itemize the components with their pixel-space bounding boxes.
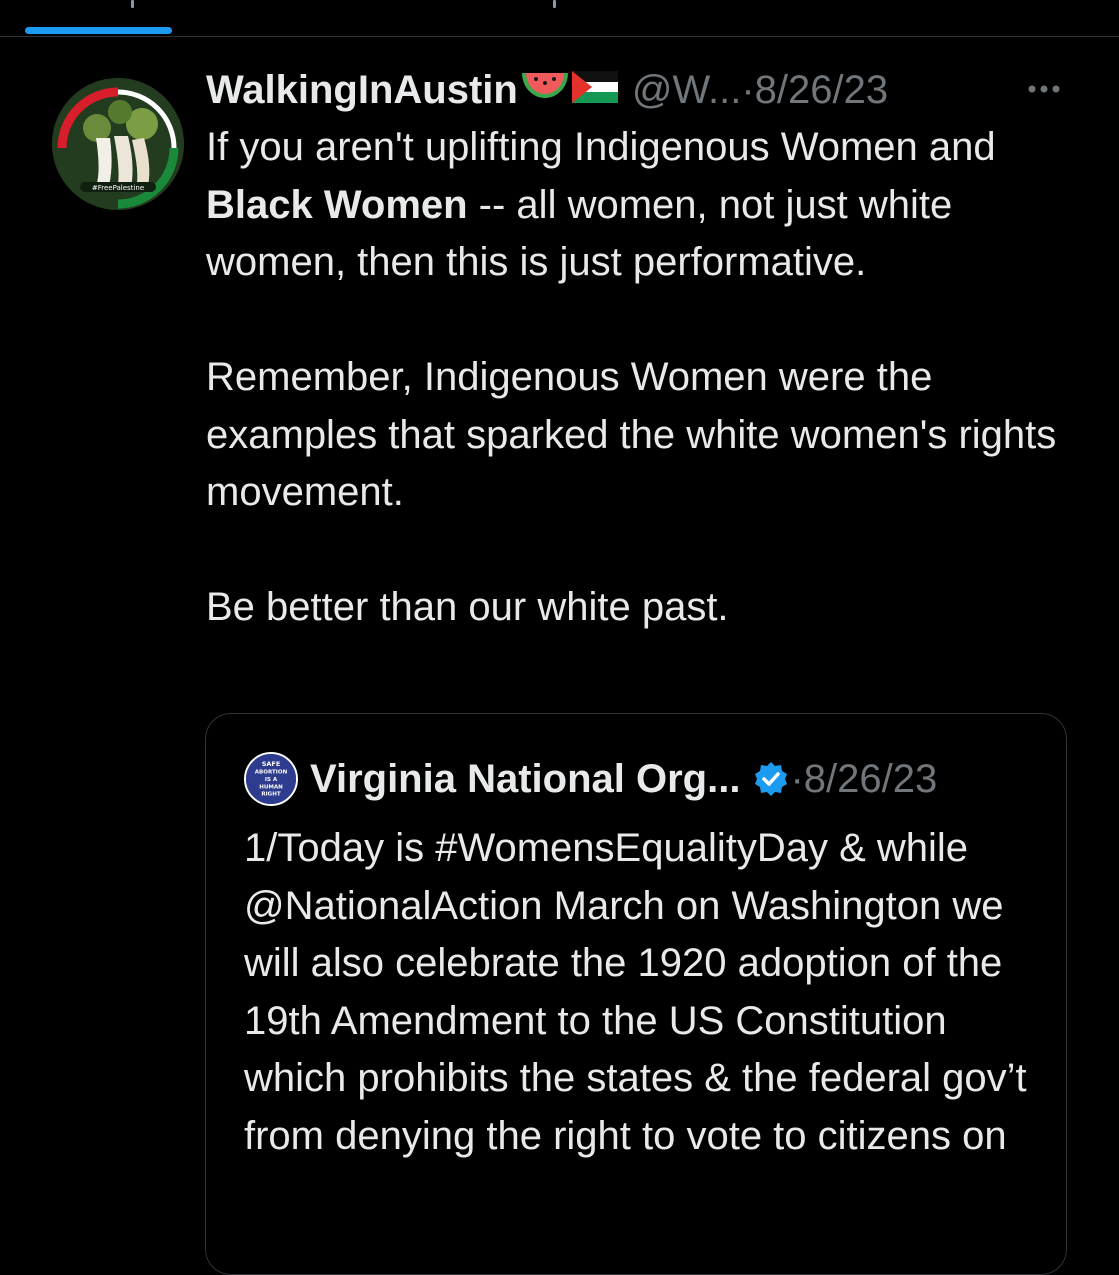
avatar-image: #FreePalestine [52, 78, 184, 210]
svg-text:ABORTION: ABORTION [255, 769, 288, 775]
quoted-avatar[interactable]: SAFE ABORTION IS A HUMAN RIGHT [244, 752, 298, 806]
tweet-paragraph: Be better than our white past. [206, 585, 729, 629]
avatar[interactable]: #FreePalestine [52, 78, 184, 210]
quoted-timestamp[interactable]: 8/26/23 [804, 757, 937, 802]
quoted-tweet-header: Virginia National Org... · 8/26/23 [310, 752, 937, 806]
quoted-tweet-text: 1/Today is #WomensEqualityDay & while @N… [244, 826, 1027, 1158]
handle[interactable]: @W... [632, 68, 742, 113]
svg-text:IS A: IS A [265, 777, 278, 783]
palestine-flag-emoji [571, 68, 618, 113]
watermelon-emoji [520, 68, 570, 113]
bold-text: Black Women [206, 182, 468, 227]
timestamp[interactable]: 8/26/23 [755, 68, 888, 113]
verified-badge-icon [752, 760, 790, 798]
quoted-display-name[interactable]: Virginia National Org... [310, 757, 740, 802]
more-horizontal-icon[interactable] [1024, 80, 1064, 98]
tweet-text: If you aren't uplifting Indigenous Women… [206, 119, 1086, 637]
separator-dot: · [741, 67, 755, 112]
svg-text:SAFE: SAFE [262, 760, 281, 768]
svg-text:RIGHT: RIGHT [261, 792, 281, 798]
tab-bar [0, 0, 1119, 37]
avatar-image: SAFE ABORTION IS A HUMAN RIGHT [246, 754, 296, 804]
tweet-paragraph: If you aren't uplifting Indigenous Women… [206, 125, 996, 284]
tab-edge [131, 0, 134, 8]
active-tab-indicator[interactable] [25, 27, 172, 34]
svg-text:#FreePalestine: #FreePalestine [92, 184, 144, 192]
separator-dot: · [790, 756, 804, 801]
tweet-header: WalkingInAustin @W... · 8/26/23 [206, 66, 888, 114]
tab-edge [553, 0, 556, 8]
display-name[interactable]: WalkingInAustin [206, 68, 518, 113]
quoted-tweet-card[interactable]: SAFE ABORTION IS A HUMAN RIGHT Virginia … [205, 713, 1067, 1275]
tweet-paragraph: Remember, Indigenous Women were the exam… [206, 355, 1057, 514]
svg-text:HUMAN: HUMAN [259, 784, 283, 790]
